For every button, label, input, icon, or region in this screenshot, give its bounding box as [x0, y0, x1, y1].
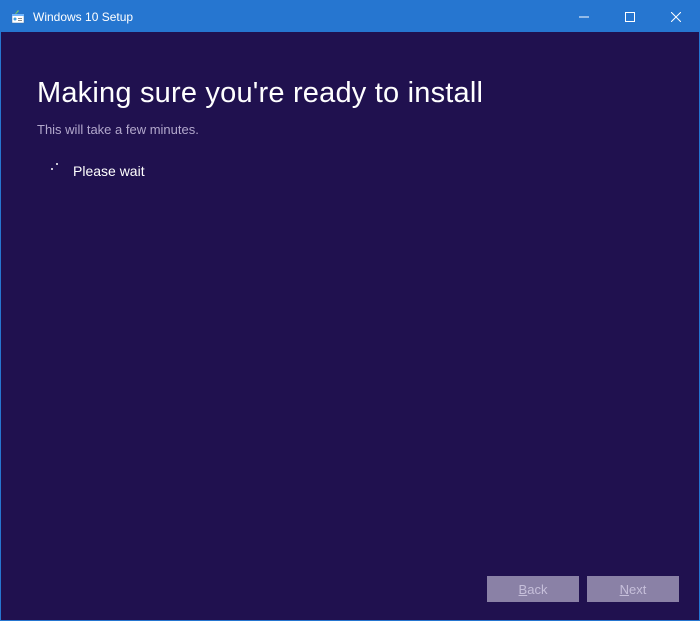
window-title: Windows 10 Setup: [33, 10, 561, 24]
wait-row: Please wait: [49, 163, 145, 179]
setup-window: Windows 10 Setup Making sure you're read…: [0, 0, 700, 621]
page-heading: Making sure you're ready to install: [37, 77, 483, 110]
close-button[interactable]: [653, 1, 699, 32]
button-bar: Back Next: [487, 576, 679, 602]
titlebar: Windows 10 Setup: [1, 1, 699, 32]
wait-label: Please wait: [73, 163, 145, 179]
content-area: Making sure you're ready to install This…: [1, 32, 699, 620]
minimize-button[interactable]: [561, 1, 607, 32]
back-button[interactable]: Back: [487, 576, 579, 602]
window-controls: [561, 1, 699, 32]
next-button[interactable]: Next: [587, 576, 679, 602]
app-icon: [7, 1, 29, 32]
spinner-icon: [49, 163, 65, 179]
page-subtext: This will take a few minutes.: [37, 122, 199, 137]
maximize-button[interactable]: [607, 1, 653, 32]
